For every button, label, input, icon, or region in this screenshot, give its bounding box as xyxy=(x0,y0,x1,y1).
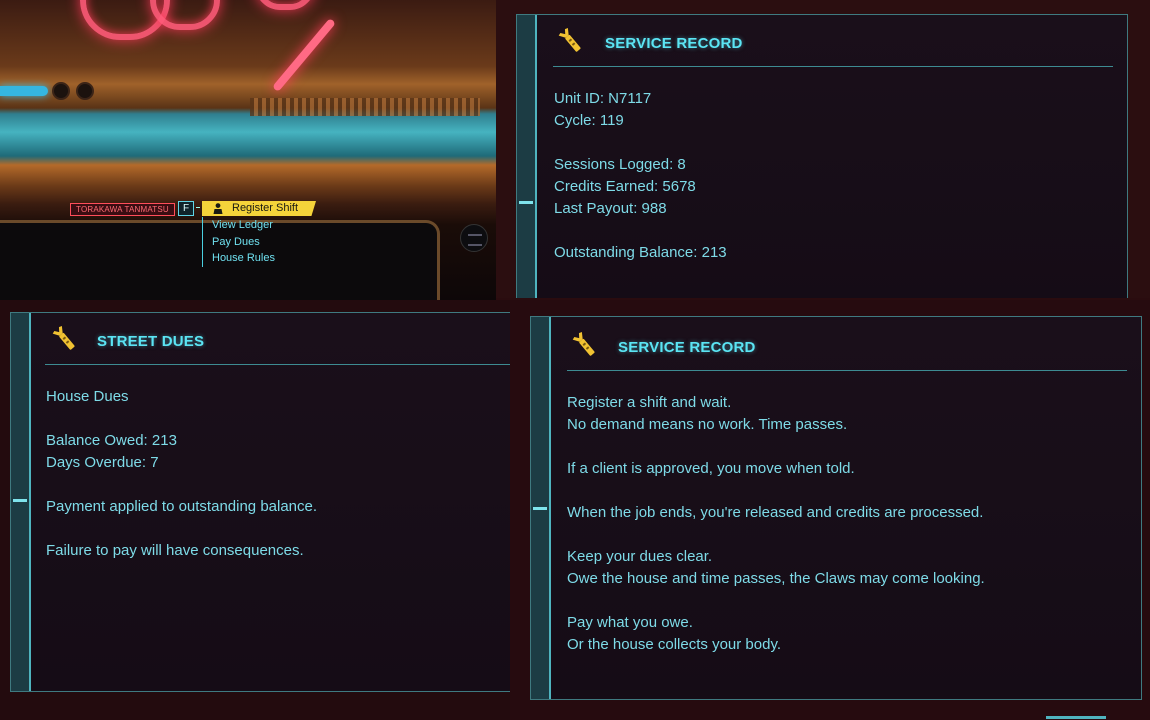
rule-line: When the job ends, you're released and c… xyxy=(567,504,984,521)
header-divider xyxy=(45,364,510,365)
stat-last-payout: Last Payout: 988 xyxy=(554,200,667,217)
panel-side-rail xyxy=(11,313,31,691)
service-record-panel: SERVICE RECORD Register a shift and wait… xyxy=(530,316,1142,700)
dialogue-option-view-ledger[interactable]: View Ledger xyxy=(212,217,275,234)
interact-key-hint: F xyxy=(178,201,194,216)
knob xyxy=(52,82,70,100)
wrench-claw-icon xyxy=(558,27,581,52)
rule-line: Or the house collects your body. xyxy=(567,636,781,653)
neon-sign-loop xyxy=(255,0,315,10)
panel-body: House Dues Balance Owed: 213 Days Overdu… xyxy=(46,386,317,562)
stat-unit-id: Unit ID: N7117 xyxy=(554,90,652,107)
stat-credits: Credits Earned: 5678 xyxy=(554,178,696,195)
stat-sessions: Sessions Logged: 8 xyxy=(554,156,686,173)
key-connector xyxy=(196,207,200,208)
rail-notch xyxy=(13,499,27,502)
game-scene: TORAKAWA TANMATSU F Register Shift View … xyxy=(0,0,496,300)
street-dues-panel: STREET DUES House Dues Balance Owed: 213… xyxy=(10,312,510,692)
rule-line: Register a shift and wait. xyxy=(567,394,732,411)
dues-overdue: Days Overdue: 7 xyxy=(46,454,159,471)
dues-payment-note: Payment applied to outstanding balance. xyxy=(46,498,318,515)
rail-notch xyxy=(533,507,547,510)
street-dues-view: STREET DUES House Dues Balance Owed: 213… xyxy=(0,300,510,720)
vent-grille xyxy=(250,98,480,116)
npc-name-tag: TORAKAWA TANMATSU xyxy=(70,203,175,216)
knob xyxy=(76,82,94,100)
service-record-stats-view: SERVICE RECORD Unit ID: N7117 Cycle: 119… xyxy=(496,0,1150,298)
panel-body: Unit ID: N7117 Cycle: 119 Sessions Logge… xyxy=(554,88,727,264)
service-record-panel: SERVICE RECORD Unit ID: N7117 Cycle: 119… xyxy=(516,14,1128,298)
dialogue-options: View Ledger Pay Dues House Rules xyxy=(202,217,275,267)
wrench-claw-icon xyxy=(52,325,75,350)
dues-balance: Balance Owed: 213 xyxy=(46,432,177,449)
person-icon xyxy=(213,203,223,214)
panel-title: STREET DUES xyxy=(97,333,205,350)
rule-line: Keep your dues clear. xyxy=(567,548,713,565)
stat-outstanding: Outstanding Balance: 213 xyxy=(554,244,727,261)
panel-body: Register a shift and wait. No demand mea… xyxy=(567,392,985,656)
neon-sign-stroke xyxy=(272,17,336,93)
stat-cycle: Cycle: 119 xyxy=(554,112,624,129)
dues-warning: Failure to pay will have consequences. xyxy=(46,542,304,559)
rule-line: Owe the house and time passes, the Claws… xyxy=(567,570,985,587)
panel-side-rail xyxy=(531,317,551,699)
rule-line: Pay what you owe. xyxy=(567,614,693,631)
rule-line: If a client is approved, you move when t… xyxy=(567,460,855,477)
panel-title: SERVICE RECORD xyxy=(618,339,756,356)
blue-gauge-light xyxy=(0,86,48,96)
header-divider xyxy=(553,66,1113,67)
dialogue-option-house-rules[interactable]: House Rules xyxy=(212,250,275,267)
panel-title: SERVICE RECORD xyxy=(605,35,743,52)
dialogue-option-pay-dues[interactable]: Pay Dues xyxy=(212,234,275,251)
rule-line: No demand means no work. Time passes. xyxy=(567,416,848,433)
panel-corner-accent xyxy=(1046,716,1106,719)
wrench-claw-icon xyxy=(572,331,595,356)
dialogue-option-selected[interactable]: Register Shift xyxy=(202,201,316,216)
header-divider xyxy=(567,370,1127,371)
panel-side-rail xyxy=(517,15,537,298)
rail-notch xyxy=(519,201,533,204)
menu-round-icon[interactable] xyxy=(460,224,488,252)
dialogue-option-selected-label: Register Shift xyxy=(232,202,299,214)
service-record-rules-view: SERVICE RECORD Register a shift and wait… xyxy=(510,300,1150,720)
dues-heading: House Dues xyxy=(46,388,129,405)
